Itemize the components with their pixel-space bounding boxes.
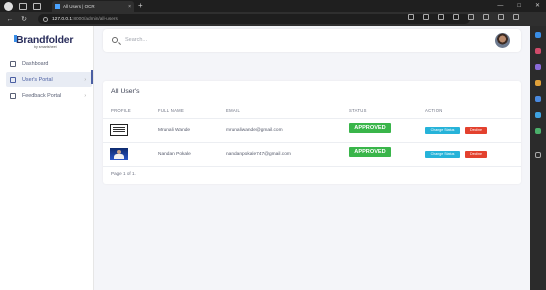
column-header-email: EMAIL	[226, 108, 241, 113]
status-badge: APPROVED	[349, 147, 391, 157]
office-icon[interactable]	[535, 96, 541, 102]
decline-button[interactable]: Decline	[465, 151, 487, 158]
refresh-icon[interactable]: ↻	[20, 15, 28, 23]
column-header-profile: PROFILE	[111, 108, 132, 113]
browser-tab[interactable]: All Users | OCR ×	[52, 1, 134, 12]
avatar[interactable]	[495, 33, 510, 48]
browser-sidebar	[530, 26, 546, 290]
photo-thumbnail-icon[interactable]	[110, 148, 128, 160]
pagination-text: Page 1 of 1.	[111, 171, 136, 176]
status-badge: APPROVED	[349, 123, 391, 133]
column-header-action: ACTION	[425, 108, 443, 113]
browser-tab-bar: All Users | OCR × + — □ ✕	[0, 0, 546, 12]
favorite-icon[interactable]	[423, 14, 429, 20]
chevron-right-icon: ›	[84, 92, 86, 99]
sidebar-item-dashboard[interactable]: Dashboard	[6, 56, 92, 71]
search-input[interactable]	[125, 35, 425, 45]
extensions-icon[interactable]	[438, 14, 444, 20]
document-thumbnail-icon[interactable]	[110, 124, 128, 136]
users-icon	[10, 76, 16, 83]
home-icon	[10, 60, 16, 67]
column-header-status: STATUS	[349, 108, 367, 113]
brand-logo[interactable]: Brandfolder by smartsheet	[14, 34, 74, 49]
read-aloud-icon[interactable]	[408, 14, 414, 20]
column-header-full-name: FULL NAME	[158, 108, 185, 113]
sidebar-menu: Dashboard User's Portal › Feedback Porta…	[6, 56, 92, 104]
tab-title: All Users | OCR	[63, 4, 95, 9]
profile-icon[interactable]	[4, 1, 13, 11]
drop-icon[interactable]	[535, 128, 541, 134]
window-controls: — □ ✕	[497, 0, 540, 12]
collections-icon[interactable]	[483, 14, 489, 20]
outlook-icon[interactable]	[535, 112, 541, 118]
user-full-name: Mrunali Wande	[158, 128, 191, 133]
shopping-icon[interactable]	[535, 48, 541, 54]
browser-essentials-icon[interactable]	[498, 14, 504, 20]
sidebar-item-label: Feedback Portal	[22, 92, 62, 99]
tab-close-icon[interactable]: ×	[128, 4, 131, 10]
tab-favicon-icon	[55, 4, 60, 9]
url-path: :8000/admin/all-users	[72, 16, 118, 22]
favorites-bar-icon[interactable]	[468, 14, 474, 20]
brand-mark-icon	[14, 35, 17, 42]
sidebar-item-label: User's Portal	[22, 76, 53, 83]
toolbar-buttons	[408, 14, 519, 20]
search-icon	[112, 37, 118, 43]
workspaces-icon[interactable]	[19, 2, 27, 10]
table-divider	[103, 166, 521, 167]
change-status-button[interactable]: Change Status	[425, 151, 460, 158]
maximize-button[interactable]: □	[517, 0, 521, 12]
change-status-button[interactable]: Change Status	[425, 127, 460, 134]
more-menu-icon[interactable]	[513, 14, 519, 20]
close-window-button[interactable]: ✕	[535, 0, 540, 12]
url-host: 127.0.0.1	[52, 16, 73, 22]
new-tab-button[interactable]: +	[138, 1, 143, 11]
app-sidebar: Brandfolder by smartsheet Dashboard User…	[0, 26, 94, 290]
card-title: All User's	[111, 88, 140, 95]
table-row: Mrunali Wande mrunaliwande@gmail.com APP…	[103, 118, 521, 142]
sidebar-item-users-portal[interactable]: User's Portal ›	[6, 72, 92, 87]
split-screen-icon[interactable]	[453, 14, 459, 20]
sidebar-item-feedback-portal[interactable]: Feedback Portal ›	[6, 88, 92, 103]
active-indicator	[91, 70, 93, 84]
minimize-button[interactable]: —	[497, 0, 503, 12]
all-users-card: All User's PROFILE FULL NAME EMAIL STATU…	[103, 81, 521, 184]
tools-icon[interactable]	[535, 64, 541, 70]
back-icon[interactable]: ←	[6, 16, 14, 23]
site-info-icon[interactable]	[43, 16, 48, 22]
games-icon[interactable]	[535, 80, 541, 86]
table-row: Nandan Pokale nandanpokale747@gmail.com …	[103, 142, 521, 166]
feedback-icon	[10, 92, 16, 99]
user-email: mrunaliwande@gmail.com	[226, 128, 283, 133]
search-sidebar-icon[interactable]	[535, 32, 541, 38]
sidebar-item-label: Dashboard	[22, 60, 49, 67]
user-email: nandanpokale747@gmail.com	[226, 152, 291, 157]
chevron-right-icon: ›	[84, 76, 86, 83]
search-bar	[103, 29, 521, 52]
add-sidebar-icon[interactable]	[535, 152, 541, 158]
address-bar[interactable]: 127.0.0.1 :8000/admin/all-users	[38, 14, 470, 24]
user-full-name: Nandan Pokale	[158, 152, 191, 157]
tab-actions-icon[interactable]	[33, 2, 41, 10]
web-page: Brandfolder by smartsheet Dashboard User…	[0, 26, 530, 290]
decline-button[interactable]: Decline	[465, 127, 487, 134]
